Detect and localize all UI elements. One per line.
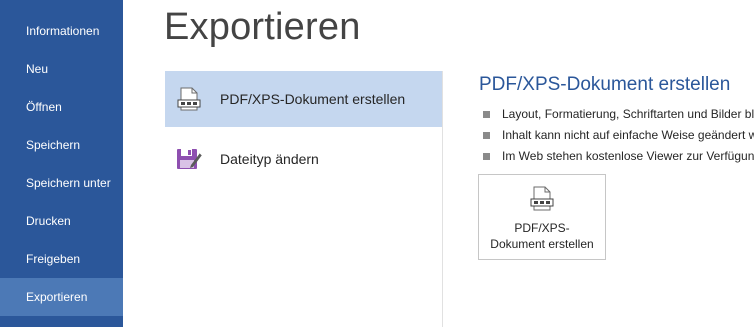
feature-list: Layout, Formatierung, Schriftarten und B… [481, 104, 754, 167]
option-label: Dateityp ändern [220, 151, 319, 167]
nav-item-speichern[interactable]: Speichern [0, 126, 123, 164]
pdf-document-icon [529, 185, 555, 213]
nav-item-oeffnen[interactable]: Öffnen [0, 88, 123, 126]
page-title: Exportieren [164, 6, 361, 48]
export-options-list: PDF/XPS-Dokument erstellen Dateityp ände… [165, 71, 442, 327]
nav-item-freigeben[interactable]: Freigeben [0, 240, 123, 278]
bullet-square-icon [483, 111, 490, 118]
change-filetype-icon [175, 145, 203, 173]
backstage-nav: Informationen Neu Öffnen Speichern Speic… [0, 0, 123, 327]
bullet-square-icon [483, 132, 490, 139]
nav-item-informationen[interactable]: Informationen [0, 12, 123, 50]
create-button-label-line2: Dokument erstellen [490, 237, 594, 251]
bullet-square-icon [483, 153, 490, 160]
option-pdf-xps[interactable]: PDF/XPS-Dokument erstellen [165, 71, 442, 127]
option-label: PDF/XPS-Dokument erstellen [220, 91, 406, 107]
bullet-text: Layout, Formatierung, Schriftarten und B… [502, 107, 754, 121]
create-button-label: PDF/XPS- Dokument erstellen [479, 220, 605, 252]
list-item: Im Web stehen kostenlose Viewer zur Verf… [481, 146, 754, 167]
detail-title: PDF/XPS-Dokument erstellen [479, 74, 731, 95]
panel-divider [442, 71, 443, 327]
create-button-label-line1: PDF/XPS- [514, 221, 570, 235]
bullet-text: Inhalt kann nicht auf einfache Weise geä… [502, 128, 754, 142]
nav-item-speichern-unter[interactable]: Speichern unter [0, 164, 123, 202]
nav-item-neu[interactable]: Neu [0, 50, 123, 88]
list-item: Layout, Formatierung, Schriftarten und B… [481, 104, 754, 125]
nav-item-exportieren[interactable]: Exportieren [0, 278, 123, 316]
pdf-document-icon [175, 85, 203, 113]
option-change-filetype[interactable]: Dateityp ändern [165, 131, 442, 187]
bullet-text: Im Web stehen kostenlose Viewer zur Verf… [502, 149, 754, 163]
create-pdf-xps-button[interactable]: PDF/XPS- Dokument erstellen [478, 174, 606, 260]
nav-item-drucken[interactable]: Drucken [0, 202, 123, 240]
list-item: Inhalt kann nicht auf einfache Weise geä… [481, 125, 754, 146]
